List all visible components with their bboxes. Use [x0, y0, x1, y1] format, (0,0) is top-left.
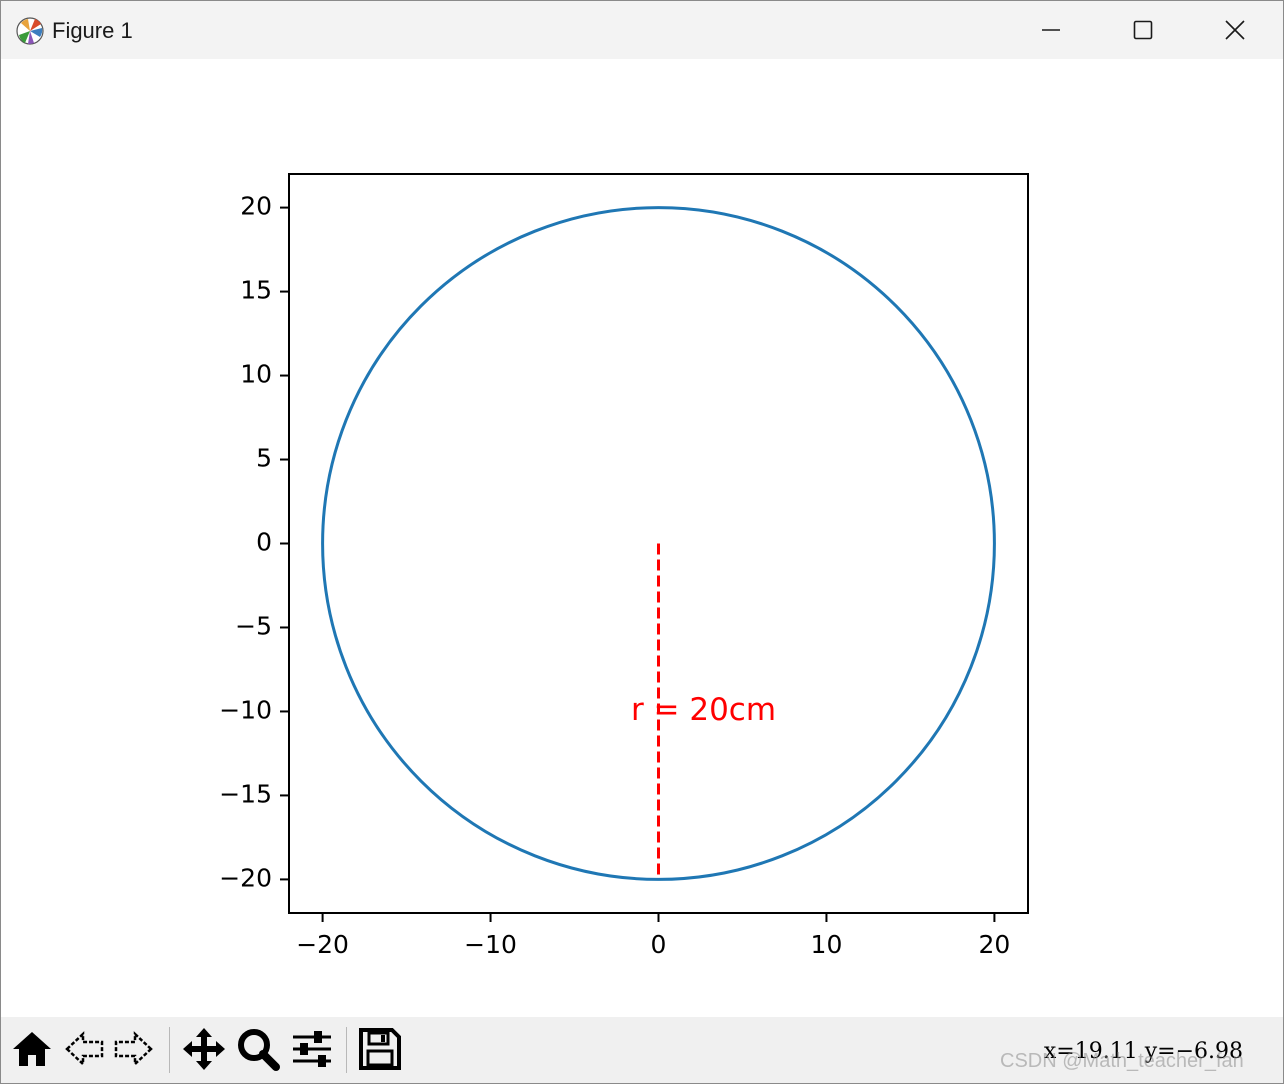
- pan-button[interactable]: [182, 1027, 226, 1071]
- y-tick-label: −5: [235, 611, 272, 640]
- forward-button[interactable]: [111, 1027, 155, 1071]
- home-button[interactable]: [10, 1027, 54, 1071]
- save-icon: [359, 1028, 401, 1070]
- watermark: CSDN @Math_teacher_fan: [1000, 1050, 1244, 1072]
- pan-icon: [183, 1028, 225, 1070]
- x-tick-label: −10: [464, 930, 517, 959]
- figure-window: Figure 1 r = 20cm −20 −10 0 10 20 −20 −15 −10 −5 0…: [0, 0, 1284, 1084]
- plot-svg[interactable]: r = 20cm −20 −10 0 10 20 −20 −15 −10 −5 0 5 10 15 20: [1, 59, 1283, 1017]
- home-icon: [13, 1032, 51, 1066]
- x-tick-label: −20: [296, 930, 349, 959]
- matplotlib-logo-icon: [16, 17, 44, 45]
- window-title: Figure 1: [52, 18, 133, 43]
- y-tick-label: 5: [256, 444, 272, 473]
- toolbar-separator: [169, 1027, 170, 1073]
- zoom-icon: [238, 1029, 280, 1071]
- save-button[interactable]: [358, 1027, 402, 1071]
- y-tick-label: −20: [219, 863, 272, 892]
- maximize-icon: [1133, 20, 1153, 40]
- minimize-button[interactable]: [1005, 1, 1097, 59]
- x-tick-label: 0: [651, 930, 667, 959]
- close-icon: [1225, 20, 1245, 40]
- title-bar[interactable]: Figure 1: [1, 1, 1283, 59]
- y-tick-label: 10: [240, 360, 272, 389]
- minimize-icon: [1042, 29, 1060, 31]
- forward-icon: [114, 1031, 153, 1067]
- close-button[interactable]: [1189, 1, 1281, 59]
- back-icon: [65, 1031, 104, 1067]
- y-tick-label: −10: [219, 695, 272, 724]
- zoom-button[interactable]: [236, 1027, 280, 1071]
- y-tick-label: 15: [240, 276, 272, 305]
- radius-annotation: r = 20cm: [631, 692, 776, 728]
- figure-canvas[interactable]: r = 20cm −20 −10 0 10 20 −20 −15 −10 −5 0 5 10 15 20: [1, 59, 1283, 1017]
- y-tick-label: 20: [240, 192, 272, 221]
- x-tick-label: 10: [811, 930, 843, 959]
- configure-subplots-icon: [293, 1031, 331, 1067]
- maximize-button[interactable]: [1097, 1, 1189, 59]
- configure-subplots-button[interactable]: [290, 1027, 334, 1071]
- y-tick-label: −15: [219, 779, 272, 808]
- y-tick-label: 0: [256, 528, 272, 557]
- toolbar-separator: [346, 1027, 347, 1073]
- x-tick-label: 20: [979, 930, 1011, 959]
- back-button[interactable]: [63, 1027, 107, 1071]
